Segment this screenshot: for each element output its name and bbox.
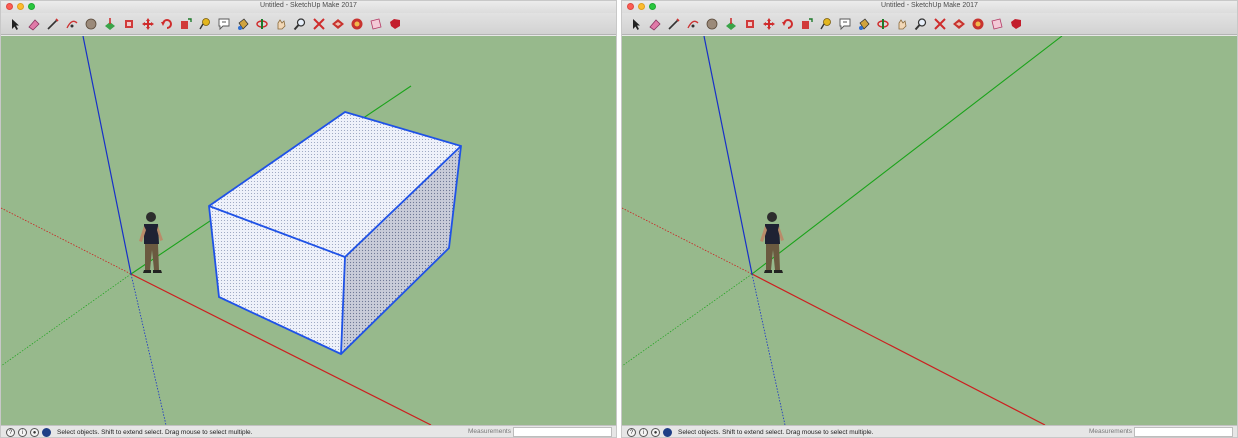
drawing-area[interactable] — [622, 36, 1237, 425]
selected-box[interactable] — [208, 111, 462, 356]
layout-icon[interactable] — [989, 16, 1005, 32]
extension-warehouse-icon[interactable] — [970, 16, 986, 32]
measurements-input[interactable] — [513, 427, 612, 437]
instructor-icon[interactable] — [663, 428, 672, 437]
status-message: Select objects. Shift to extend select. … — [678, 429, 874, 436]
blue-axis — [82, 36, 132, 275]
eraser-icon[interactable] — [26, 16, 42, 32]
push-pull-icon[interactable] — [102, 16, 118, 32]
text-icon[interactable] — [216, 16, 232, 32]
move-icon[interactable] — [140, 16, 156, 32]
person-figure — [760, 212, 784, 273]
zoom-extents-icon[interactable] — [311, 16, 327, 32]
screenshot-pair: Untitled - SketchUp Make 2017 ? i ● Sele… — [0, 0, 1238, 438]
info-icon[interactable]: i — [18, 428, 27, 437]
rotate-icon[interactable] — [780, 16, 796, 32]
getting-started-toolbar — [1, 13, 616, 35]
green-axis-dotted — [1, 273, 132, 367]
3d-scene — [622, 36, 1063, 425]
layout-icon[interactable] — [368, 16, 384, 32]
measurements-label: Measurements — [1089, 428, 1132, 435]
blue-axis-dotted — [130, 273, 167, 425]
scale-icon[interactable] — [178, 16, 194, 32]
eraser-icon[interactable] — [647, 16, 663, 32]
measurements-input[interactable] — [1134, 427, 1233, 437]
pan-icon[interactable] — [273, 16, 289, 32]
sketchup-window-without-box: Untitled - SketchUp Make 2017 ? i ● Sele… — [621, 0, 1238, 438]
getting-started-toolbar — [622, 13, 1237, 35]
zoom-extents-icon[interactable] — [932, 16, 948, 32]
orbit-icon[interactable] — [875, 16, 891, 32]
title-bar: Untitled - SketchUp Make 2017 — [1, 1, 616, 13]
offset-icon[interactable] — [121, 16, 137, 32]
line-icon[interactable] — [666, 16, 682, 32]
drawing-area[interactable] — [1, 36, 616, 425]
rotate-icon[interactable] — [159, 16, 175, 32]
geolocation-icon[interactable]: ? — [627, 428, 636, 437]
extension-warehouse-icon[interactable] — [349, 16, 365, 32]
arc-icon[interactable] — [685, 16, 701, 32]
red-axis-dotted — [622, 207, 753, 275]
push-pull-icon[interactable] — [723, 16, 739, 32]
red-axis-dotted — [1, 207, 132, 275]
window-title: Untitled - SketchUp Make 2017 — [260, 2, 357, 9]
green-axis-dotted — [622, 273, 753, 367]
instructor-icon[interactable] — [42, 428, 51, 437]
select-icon[interactable] — [628, 16, 644, 32]
scale-icon[interactable] — [799, 16, 815, 32]
window-title: Untitled - SketchUp Make 2017 — [881, 2, 978, 9]
title-bar: Untitled - SketchUp Make 2017 — [622, 1, 1237, 13]
text-icon[interactable] — [837, 16, 853, 32]
shape-icon[interactable] — [83, 16, 99, 32]
geolocation-icon[interactable]: ? — [6, 428, 15, 437]
red-axis — [751, 273, 1046, 425]
measurements-label: Measurements — [468, 428, 511, 435]
orbit-icon[interactable] — [254, 16, 270, 32]
sketchup-window-with-box: Untitled - SketchUp Make 2017 ? i ● Sele… — [0, 0, 617, 438]
offset-icon[interactable] — [742, 16, 758, 32]
status-bar: ? i ● Select objects. Shift to extend se… — [1, 425, 616, 437]
warehouse-icon[interactable] — [951, 16, 967, 32]
line-icon[interactable] — [45, 16, 61, 32]
blue-axis — [703, 36, 753, 275]
shape-icon[interactable] — [704, 16, 720, 32]
person-figure — [139, 212, 163, 273]
status-bar: ? i ● Select objects. Shift to extend se… — [622, 425, 1237, 437]
warehouse-icon[interactable] — [330, 16, 346, 32]
blue-axis-dotted — [751, 273, 786, 425]
paint-bucket-icon[interactable] — [235, 16, 251, 32]
select-icon[interactable] — [7, 16, 23, 32]
user-icon[interactable]: ● — [651, 428, 660, 437]
info-icon[interactable]: i — [639, 428, 648, 437]
green-axis — [751, 36, 1063, 275]
pan-icon[interactable] — [894, 16, 910, 32]
user-icon[interactable]: ● — [30, 428, 39, 437]
zoom-icon[interactable] — [913, 16, 929, 32]
arc-icon[interactable] — [64, 16, 80, 32]
zoom-icon[interactable] — [292, 16, 308, 32]
3d-scene — [1, 36, 462, 425]
paint-bucket-icon[interactable] — [856, 16, 872, 32]
status-message: Select objects. Shift to extend select. … — [57, 429, 253, 436]
tape-measure-icon[interactable] — [818, 16, 834, 32]
tape-measure-icon[interactable] — [197, 16, 213, 32]
ruby-icon[interactable] — [1008, 16, 1024, 32]
ruby-icon[interactable] — [387, 16, 403, 32]
move-icon[interactable] — [761, 16, 777, 32]
